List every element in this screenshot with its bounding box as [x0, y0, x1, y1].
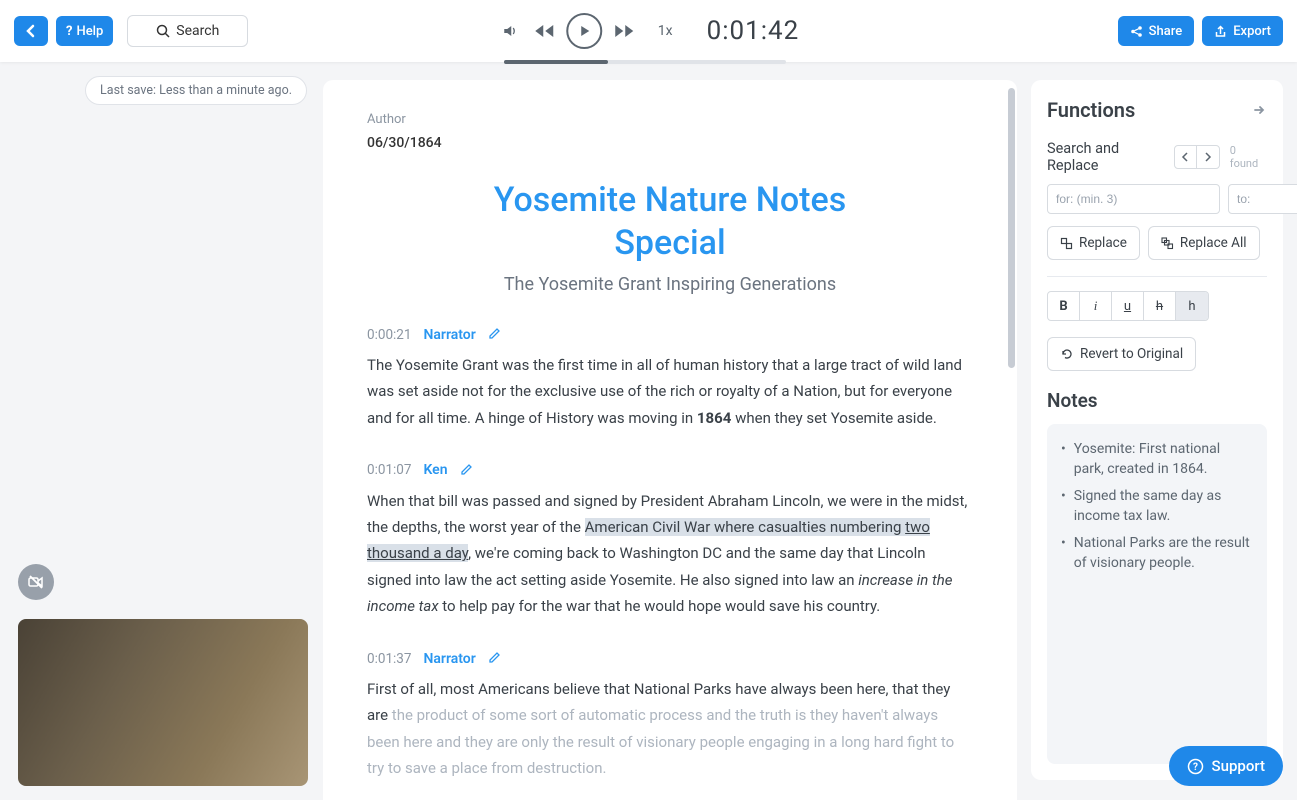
forward-button[interactable]	[612, 19, 636, 43]
back-button[interactable]	[14, 16, 48, 46]
replace-all-button[interactable]: Replace All	[1148, 226, 1260, 260]
share-button[interactable]: Share	[1118, 16, 1195, 46]
italic-button[interactable]: i	[1080, 292, 1112, 320]
revert-icon	[1060, 347, 1074, 361]
scrollbar[interactable]	[1008, 88, 1015, 368]
functions-panel: Functions Search and Replace 0 found	[1031, 80, 1283, 780]
arrow-right-icon[interactable]	[1251, 102, 1267, 118]
volume-icon	[502, 23, 518, 39]
underline-button[interactable]: u	[1112, 292, 1144, 320]
segment-speaker[interactable]: Narrator	[423, 651, 475, 667]
export-icon	[1214, 25, 1227, 38]
document-subtitle[interactable]: The Yosemite Grant Inspiring Generations	[367, 274, 973, 295]
author-label: Author	[367, 112, 973, 127]
transcript-segment: 0:00:21 Narrator The Yosemite Grant was …	[367, 325, 973, 431]
playback-time: 0:01:42	[707, 16, 800, 46]
search-button[interactable]: Search	[127, 15, 248, 47]
search-replace-label: Search and Replace	[1047, 140, 1174, 174]
svg-text:?: ?	[1193, 762, 1198, 773]
left-column: Last save: Less than a minute ago.	[0, 62, 323, 800]
arrow-left-icon	[23, 23, 39, 39]
progress-bar[interactable]	[504, 60, 786, 64]
volume-button[interactable]	[498, 19, 522, 43]
player: 1x 0:01:42	[498, 13, 799, 49]
revert-button[interactable]: Revert to Original	[1047, 337, 1196, 371]
share-icon	[1130, 25, 1143, 38]
forward-icon	[613, 22, 635, 40]
play-button[interactable]	[566, 13, 602, 49]
panel-title: Functions	[1047, 98, 1135, 122]
search-icon	[156, 24, 170, 38]
edit-speaker-button[interactable]	[488, 649, 501, 668]
replace-all-icon	[1161, 237, 1174, 250]
segment-speaker[interactable]: Ken	[423, 462, 447, 478]
transcript-document: Author 06/30/1864 Yosemite Nature Notes …	[323, 80, 1017, 800]
search-for-input[interactable]	[1047, 184, 1220, 214]
document-title[interactable]: Yosemite Nature Notes Special	[367, 179, 973, 264]
segment-time[interactable]: 0:00:21	[367, 327, 411, 343]
segment-speaker[interactable]: Narrator	[423, 327, 475, 343]
replace-icon	[1060, 237, 1073, 250]
search-count: 0 found	[1230, 144, 1267, 170]
help-label: Help	[76, 24, 103, 39]
export-button[interactable]: Export	[1202, 16, 1283, 46]
note-item: Yosemite: First national park, created i…	[1061, 440, 1253, 479]
export-label: Export	[1233, 24, 1271, 39]
replace-button[interactable]: Replace	[1047, 226, 1140, 260]
search-next-button[interactable]	[1197, 146, 1219, 168]
segment-text[interactable]: First of all, most Americans believe tha…	[367, 676, 973, 781]
segment-time[interactable]: 0:01:37	[367, 651, 411, 667]
share-label: Share	[1149, 24, 1183, 39]
replace-to-input[interactable]	[1228, 184, 1297, 214]
transcript-segment: 0:01:07 Ken When that bill was passed an…	[367, 461, 973, 619]
question-icon: ?	[66, 24, 72, 39]
save-status-badge: Last save: Less than a minute ago.	[85, 76, 307, 105]
notes-box[interactable]: Yosemite: First national park, created i…	[1047, 424, 1267, 764]
support-button[interactable]: ? Support	[1169, 746, 1283, 786]
strikethrough-button[interactable]: h	[1144, 292, 1176, 320]
notes-heading: Notes	[1047, 389, 1267, 412]
search-nav	[1174, 145, 1220, 169]
video-toggle-button[interactable]	[18, 564, 54, 600]
topbar: ? Help Search 1x 0:01:42 Sh	[0, 0, 1297, 62]
pencil-icon	[488, 651, 501, 664]
right-column: Functions Search and Replace 0 found	[1017, 62, 1297, 800]
search-label: Search	[176, 23, 219, 39]
note-item: National Parks are the result of visiona…	[1061, 534, 1253, 573]
support-icon: ?	[1187, 758, 1204, 775]
help-button[interactable]: ? Help	[56, 16, 113, 46]
note-item: Signed the same day as income tax law.	[1061, 487, 1253, 526]
rewind-button[interactable]	[532, 19, 556, 43]
pencil-icon	[488, 327, 501, 340]
progress-fill	[504, 60, 608, 64]
format-toolbar: B i u h h	[1047, 291, 1209, 321]
video-thumbnail[interactable]	[18, 619, 308, 786]
rewind-icon	[533, 22, 555, 40]
video-off-icon	[27, 573, 45, 591]
segment-time[interactable]: 0:01:07	[367, 462, 411, 478]
speed-toggle[interactable]: 1x	[658, 23, 673, 39]
support-label: Support	[1212, 757, 1265, 775]
transcript-segment: 0:01:37 Narrator First of all, most Amer…	[367, 649, 973, 781]
edit-speaker-button[interactable]	[488, 325, 501, 344]
document-date: 06/30/1864	[367, 135, 973, 151]
pencil-icon	[460, 463, 473, 476]
play-icon	[577, 24, 591, 38]
highlight-button[interactable]: h	[1176, 292, 1208, 320]
segment-text[interactable]: The Yosemite Grant was the first time in…	[367, 352, 973, 431]
search-prev-button[interactable]	[1175, 146, 1197, 168]
segment-text[interactable]: When that bill was passed and signed by …	[367, 488, 973, 619]
bold-button[interactable]: B	[1048, 292, 1080, 320]
edit-speaker-button[interactable]	[460, 461, 473, 480]
